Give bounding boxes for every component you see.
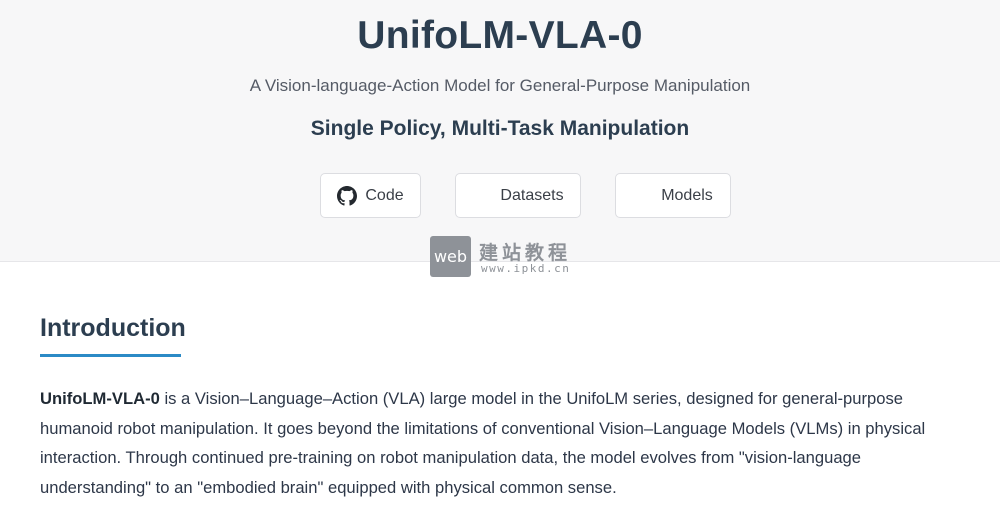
datasets-button[interactable]: Datasets — [455, 173, 581, 218]
introduction-heading: Introduction — [40, 314, 186, 342]
hero-section: UnifoLM-VLA-0 A Vision-language-Action M… — [0, 0, 1000, 262]
watermark-badge: web — [430, 236, 471, 277]
watermark: web 建站教程 www.ipkd.cn — [430, 236, 575, 278]
model-name: UnifoLM-VLA-0 — [40, 389, 160, 408]
introduction-paragraph: UnifoLM-VLA-0 is a Vision–Language–Actio… — [40, 384, 975, 502]
github-icon — [337, 185, 358, 206]
watermark-chinese-text: 建站教程 — [479, 242, 572, 264]
models-button[interactable]: Models — [615, 173, 731, 218]
page-subtitle: A Vision-language-Action Model for Gener… — [249, 76, 751, 95]
code-button-label: Code — [365, 186, 404, 204]
datasets-button-label: Datasets — [500, 186, 564, 204]
page-tagline: Single Policy, Multi-Task Manipulation — [310, 117, 690, 140]
introduction-body: is a Vision–Language–Action (VLA) large … — [40, 389, 926, 497]
heading-underline — [40, 354, 181, 357]
watermark-url: www.ipkd.cn — [481, 262, 571, 275]
models-button-label: Models — [661, 186, 713, 204]
code-button[interactable]: Code — [320, 173, 421, 218]
page-title: UnifoLM-VLA-0 — [357, 14, 643, 57]
